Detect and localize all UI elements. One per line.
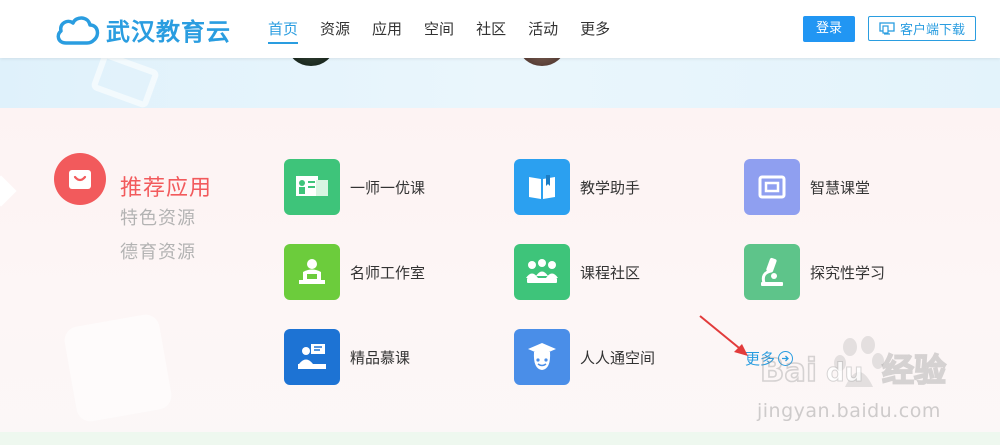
avatar[interactable] — [288, 58, 334, 66]
baidu-jingyan-watermark: Bai 经验 du — [760, 336, 947, 390]
app-label: 一师一优课 — [350, 178, 426, 197]
nav-item-more[interactable]: 更多 — [580, 0, 610, 58]
app-label: 探究性学习 — [810, 263, 886, 282]
bottom-strip — [0, 432, 1000, 445]
svg-text:经验: 经验 — [882, 351, 946, 389]
app-item[interactable]: 探究性学习 — [744, 244, 885, 300]
top-header: 武汉教育云 首页 资源 应用 空间 社区 活动 更多 登录 客户端下载 — [0, 0, 1000, 58]
download-label: 客户端下载 — [899, 23, 965, 38]
people-group-icon — [514, 244, 570, 300]
site-logo[interactable]: 武汉教育云 — [54, 12, 231, 47]
banner-band — [0, 58, 1000, 108]
app-item[interactable]: 智慧课堂 — [744, 159, 870, 215]
app-label: 精品慕课 — [350, 348, 411, 367]
login-button[interactable]: 登录 — [803, 16, 855, 42]
app-label: 人人通空间 — [580, 348, 656, 367]
svg-text:du: du — [826, 358, 863, 388]
avatar[interactable] — [519, 58, 565, 66]
book-bookmark-icon — [514, 159, 570, 215]
background-decoration — [0, 175, 17, 207]
nav-item-activities[interactable]: 活动 — [528, 0, 558, 58]
banner-decoration — [89, 58, 161, 108]
app-item[interactable]: 教学助手 — [514, 159, 640, 215]
app-label: 课程社区 — [580, 263, 641, 282]
client-download-button[interactable]: 客户端下载 — [868, 16, 976, 41]
nav-item-space[interactable]: 空间 — [424, 0, 454, 58]
bag-icon — [54, 153, 106, 205]
logo-text: 武汉教育云 — [106, 18, 231, 46]
nav-item-apps[interactable]: 应用 — [372, 0, 402, 58]
app-item[interactable]: 一师一优课 — [284, 159, 425, 215]
app-label: 名师工作室 — [350, 263, 426, 282]
annotation-arrow-icon — [699, 315, 748, 356]
app-label: 智慧课堂 — [810, 178, 871, 197]
category-moral-resources[interactable]: 德育资源 — [120, 238, 196, 264]
app-item[interactable]: 名师工作室 — [284, 244, 425, 300]
main-nav: 首页 资源 应用 空间 社区 活动 更多 — [268, 0, 632, 58]
category-recommended[interactable]: 推荐应用 — [120, 170, 212, 202]
app-item[interactable]: 精品慕课 — [284, 329, 410, 385]
app-item[interactable]: 课程社区 — [514, 244, 640, 300]
graduate-cap-icon — [514, 329, 570, 385]
app-item[interactable]: 人人通空间 — [514, 329, 655, 385]
nav-item-home[interactable]: 首页 — [268, 0, 299, 58]
monitor-icon — [879, 22, 895, 35]
nav-item-community[interactable]: 社区 — [476, 0, 506, 58]
cloud-logo-icon — [56, 15, 100, 45]
teacher-desk-icon — [284, 244, 340, 300]
watermark-url: jingyan.baidu.com — [757, 400, 941, 422]
screen-frame-icon — [744, 159, 800, 215]
class-board-icon — [284, 159, 340, 215]
microscope-icon — [744, 244, 800, 300]
svg-text:Bai: Bai — [760, 351, 817, 389]
nav-item-resources[interactable]: 资源 — [320, 0, 350, 58]
category-featured-resources[interactable]: 特色资源 — [120, 204, 196, 230]
lecturer-icon — [284, 329, 340, 385]
app-label: 教学助手 — [580, 178, 641, 197]
background-decoration — [62, 312, 174, 424]
